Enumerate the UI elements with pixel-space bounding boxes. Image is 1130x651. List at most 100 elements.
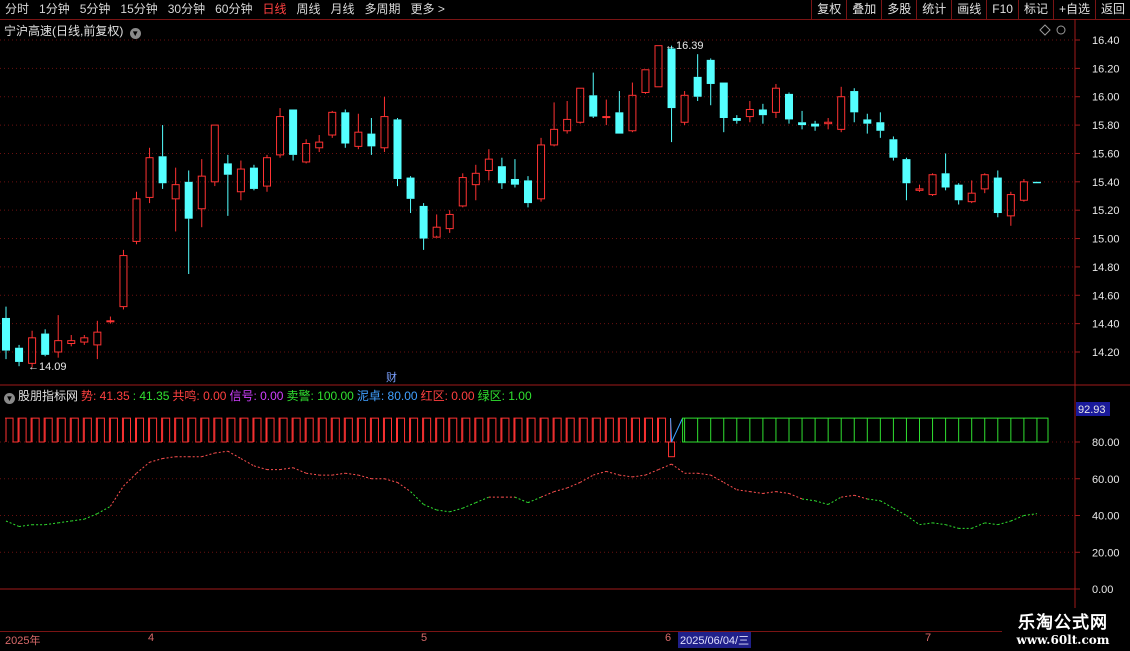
indicator-segment (1023, 513, 1038, 516)
diamond-icon[interactable] (1039, 24, 1051, 36)
time-label-jul: 7 (925, 632, 932, 644)
indicator-header[interactable]: ▼ 股朋指标网 势: 41.35: 41.35 共鸣: 0.00 信号: 0.00 卖警:… (4, 387, 535, 404)
band-link (670, 417, 684, 443)
candle-body (876, 122, 885, 131)
indicator-segment (214, 450, 228, 454)
indicator-segment (919, 522, 933, 526)
candle-body (1006, 194, 1015, 217)
candle (902, 157, 911, 201)
candle-body (510, 178, 519, 185)
candle-body (928, 174, 937, 196)
candle-body (28, 337, 37, 364)
candle (758, 103, 767, 124)
candle-body (798, 122, 807, 126)
price-tick-label: 14.80 (1092, 262, 1120, 274)
indicator-segment (345, 472, 359, 476)
candle (537, 137, 546, 202)
indicator-field-7: 绿区: 1.00 (477, 389, 532, 403)
ind-tick-label: 0.00 (1092, 584, 1113, 596)
candle-body (406, 177, 415, 199)
candle (980, 173, 989, 194)
price-tick-label: 14.60 (1092, 290, 1120, 302)
price-tick-label: 15.60 (1092, 148, 1120, 160)
ind-tick-label: 20.00 (1092, 547, 1120, 559)
price-tick-label: 16.00 (1092, 92, 1120, 104)
candle-body (850, 91, 859, 113)
indicator-segment (358, 474, 372, 480)
candle (432, 214, 441, 238)
indicator-segment (697, 472, 711, 476)
indicator-segment (201, 452, 215, 458)
kline-chart[interactable]: 16.40 16.20 16.00 15.80 15.60 15.40 15.20 15.00… (0, 0, 1130, 650)
indicator-segment (723, 481, 738, 491)
indicator-segment (5, 520, 20, 527)
candle (236, 160, 245, 201)
price-tick-label: 16.40 (1092, 35, 1120, 47)
candle (993, 170, 1002, 218)
candle (276, 108, 285, 158)
indicator-segment (945, 524, 959, 529)
indicator-segment (854, 494, 868, 500)
candle (563, 100, 572, 134)
candle (367, 118, 376, 155)
band-dip (668, 441, 676, 458)
candle-body (2, 317, 10, 351)
high-marker: ←16.39 (665, 40, 704, 52)
indicator-menu-icon[interactable]: ▼ (4, 393, 15, 404)
indicator-segment (906, 515, 920, 526)
indicator-segment (841, 494, 855, 498)
band-red-wave (5, 417, 672, 443)
candle (145, 147, 154, 204)
candle-body (889, 139, 898, 158)
indicator-segment (827, 496, 842, 505)
circle-icon[interactable] (1056, 25, 1066, 35)
price-tick-label: 14.20 (1092, 347, 1120, 359)
candle (811, 120, 820, 131)
candle (654, 45, 663, 88)
candle-body (967, 192, 976, 203)
candle-body (419, 205, 428, 239)
indicator-segment (475, 496, 490, 504)
candle (771, 83, 780, 118)
candle-body (106, 320, 115, 323)
candle-body (341, 112, 350, 144)
candle (576, 87, 585, 124)
event-marker[interactable]: 财 (386, 370, 397, 384)
current-value-label: 92.93 (1078, 404, 1106, 416)
candle-body (693, 76, 702, 97)
candle-body (915, 188, 924, 191)
candle-body (380, 116, 389, 149)
indicator-segment (410, 491, 424, 505)
candle (876, 112, 885, 138)
candle-body (824, 121, 833, 125)
candle-body (132, 198, 141, 242)
candle (106, 316, 115, 324)
candle-body (745, 108, 754, 118)
candle-body (236, 168, 245, 193)
indicator-segment (58, 520, 72, 524)
indicator-field-4: 卖警: 100.00 (286, 389, 354, 403)
candle (197, 159, 206, 228)
candle-body (537, 144, 546, 200)
candle (837, 86, 846, 133)
candle-body (550, 128, 559, 146)
indicator-segment (279, 467, 294, 471)
candle-body (223, 163, 232, 175)
candle-body (158, 156, 167, 184)
candle (41, 329, 50, 357)
candle-body (758, 109, 767, 116)
candle (223, 154, 232, 216)
price-tick-label: 15.20 (1092, 205, 1120, 217)
indicator-field-5: 泥卓: 80.00 (356, 389, 418, 403)
candle-body (289, 109, 298, 155)
indicator-field-3: 信号: 0.00 (229, 389, 284, 403)
candle (785, 92, 793, 124)
candle (863, 113, 872, 134)
candle-body (667, 48, 676, 109)
candle (798, 110, 807, 130)
candle-body (589, 95, 598, 117)
indicator-segment (932, 522, 946, 526)
candle (497, 157, 506, 189)
candle (315, 135, 324, 153)
indicator-segment (984, 522, 998, 526)
